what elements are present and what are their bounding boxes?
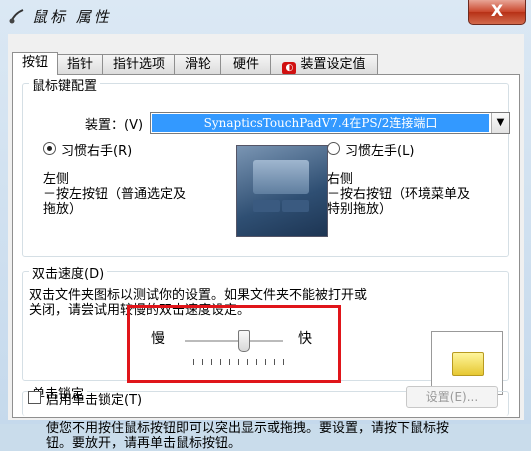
touchpad-left-button — [253, 200, 280, 212]
left-hand-radio[interactable] — [327, 142, 340, 155]
click-lock-checkbox[interactable] — [28, 391, 41, 404]
folder-icon[interactable] — [452, 352, 484, 376]
touchpad-right-button — [282, 200, 309, 212]
chevron-down-icon[interactable]: ▼ — [491, 113, 509, 133]
device-select-value: SynapticsTouchPadV7.4在PS/2连接端口 — [152, 114, 489, 132]
left-side-desc-2: 拖放） — [43, 202, 83, 217]
button-config-legend: 鼠标键配置 — [29, 75, 101, 94]
close-button[interactable]: X — [468, 0, 526, 25]
dialog-client: 按钮 指针 指针选项 滑轮 硬件 ◐ 装置设定值 鼠标键配置 装置：(V) Syn… — [8, 34, 524, 451]
right-hand-label[interactable]: 习惯右手(R) — [61, 140, 132, 159]
click-lock-checkbox-label[interactable]: 启用单击锁定(T) — [46, 389, 142, 408]
device-label: 装置：(V) — [85, 118, 144, 133]
click-lock-desc-2: 钮。要放开，请再单击鼠标按钮。 — [46, 436, 242, 451]
tab-device-settings-label: 装置设定值 — [300, 57, 366, 72]
mouse-properties-window: 鼠标 属性 X 按钮 指针 指针选项 滑轮 硬件 ◐ 装置设定值 鼠标键配置 装置… — [0, 0, 531, 451]
tab-hardware[interactable]: 硬件 — [220, 54, 272, 74]
tab-buttons[interactable]: 按钮 — [12, 52, 58, 75]
window-title: 鼠标 属性 — [32, 8, 112, 26]
touchpad-surface — [253, 160, 309, 194]
touchpad-illustration — [236, 145, 328, 237]
highlight-annotation-box — [127, 305, 341, 383]
tab-device-settings[interactable]: ◐ 装置设定值 — [270, 54, 378, 75]
right-hand-radio[interactable] — [43, 142, 56, 155]
tab-wheel[interactable]: 滑轮 — [174, 54, 222, 74]
mouse-pointer-icon — [9, 9, 24, 24]
title-bar[interactable]: 鼠标 属性 X — [0, 0, 531, 34]
right-side-desc-2: 特别拖放） — [327, 202, 393, 217]
left-hand-label[interactable]: 习惯左手(L) — [345, 140, 414, 159]
device-select[interactable]: SynapticsTouchPadV7.4在PS/2连接端口 ▼ — [150, 112, 510, 134]
tab-pointers[interactable]: 指针 — [56, 54, 104, 74]
tab-pointer-options[interactable]: 指针选项 — [102, 54, 176, 74]
double-click-legend: 双击速度(D) — [29, 263, 108, 282]
click-lock-settings-button[interactable]: 设置(E)... — [406, 386, 498, 408]
